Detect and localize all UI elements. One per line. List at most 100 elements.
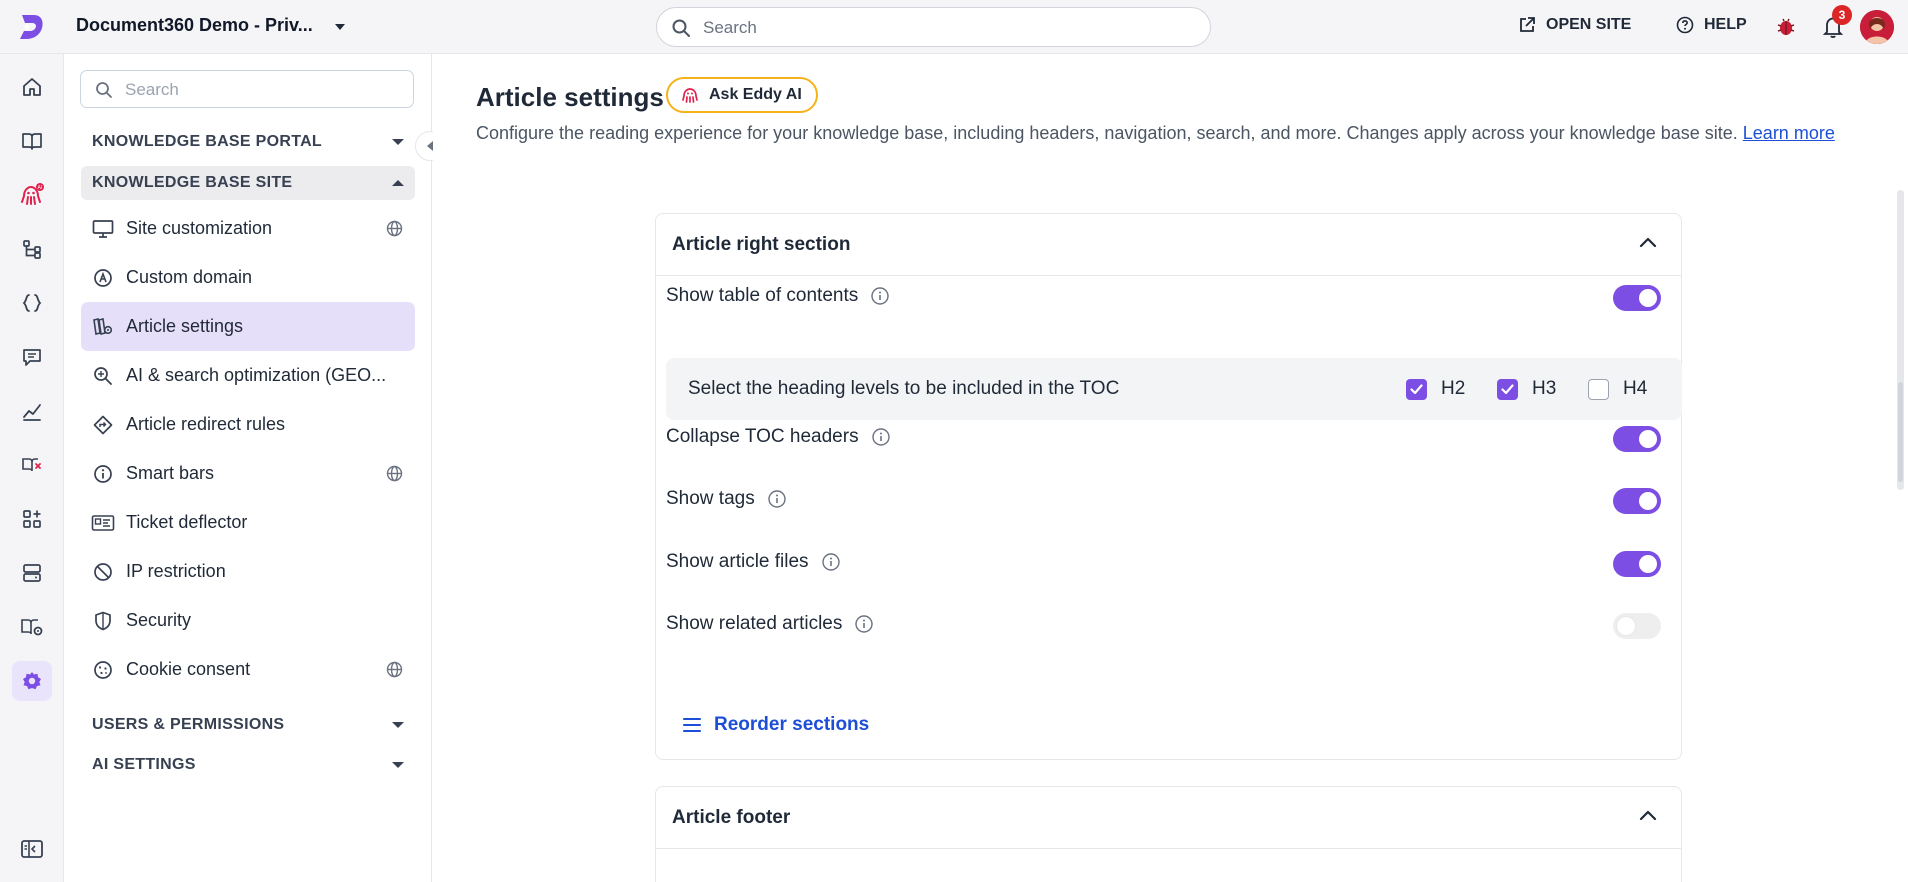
checkbox-h3[interactable]: H3 xyxy=(1497,378,1556,400)
setting-row-show-related-articles: Show related articles xyxy=(666,607,1661,643)
sidebar-item-ticket-deflector[interactable]: Ticket deflector xyxy=(81,498,415,547)
toggle-knob xyxy=(1639,492,1657,510)
chevron-up-icon[interactable] xyxy=(1639,236,1657,248)
globe-icon xyxy=(386,465,403,482)
api-icon[interactable] xyxy=(12,283,52,323)
avatar[interactable] xyxy=(1860,10,1894,44)
chevron-up-icon xyxy=(391,178,405,188)
page-title: Article settings xyxy=(476,82,664,112)
article-settings-icon xyxy=(91,315,115,339)
toc-heading-levels: Select the heading levels to be included… xyxy=(666,358,1682,420)
global-search-input[interactable] xyxy=(703,16,1183,40)
sidebar-item-article-settings[interactable]: Article settings xyxy=(81,302,415,351)
card-header[interactable]: Article footer xyxy=(656,787,1681,849)
shield-icon xyxy=(91,609,115,633)
help-circle-icon xyxy=(1676,16,1694,34)
checkbox-h2-box[interactable] xyxy=(1406,378,1427,400)
sidebar-item-label: Site customization xyxy=(126,218,273,238)
sidebar-search-input[interactable] xyxy=(125,78,395,102)
scrollbar-thumb[interactable] xyxy=(1898,382,1903,482)
cookie-icon xyxy=(91,658,115,682)
setting-row-show-toc: Show table of contents xyxy=(666,279,1661,315)
global-search[interactable] xyxy=(656,7,1211,47)
info-icon[interactable] xyxy=(870,286,890,306)
external-link-icon xyxy=(1518,16,1536,34)
analytics-icon[interactable] xyxy=(12,391,52,431)
sidebar-item-site-customization[interactable]: Site customization xyxy=(81,204,415,253)
setting-label: Show table of contents xyxy=(666,285,859,306)
sidebar-item-smart-bars[interactable]: Smart bars xyxy=(81,449,415,498)
reorder-sections-label: Reorder sections xyxy=(714,714,870,735)
document360-logo[interactable] xyxy=(14,11,48,43)
bug-report-icon[interactable] xyxy=(1774,15,1798,39)
section-ai-settings[interactable]: AI SETTINGS xyxy=(81,748,415,782)
show-tags-toggle[interactable] xyxy=(1613,488,1661,514)
card-header[interactable]: Article right section xyxy=(656,214,1681,276)
card-title: Article right section xyxy=(672,234,851,255)
widget-settings-icon[interactable] xyxy=(12,607,52,647)
settings-sidebar: KNOWLEDGE BASE PORTAL KNOWLEDGE BASE SIT… xyxy=(64,54,432,882)
checkbox-h4-box[interactable] xyxy=(1588,378,1609,400)
checkbox-h2[interactable]: H2 xyxy=(1406,378,1465,400)
broken-links-icon[interactable] xyxy=(12,445,52,485)
sidebar-item-label: IP restriction xyxy=(126,561,226,581)
info-icon[interactable] xyxy=(767,489,787,509)
globe-icon xyxy=(386,661,403,678)
sidebar-item-label: Smart bars xyxy=(126,463,215,483)
sidebar-item-cookie-consent[interactable]: Cookie consent xyxy=(81,645,415,694)
info-icon[interactable] xyxy=(821,552,841,572)
section-users-permissions[interactable]: USERS & PERMISSIONS xyxy=(81,708,415,742)
info-icon[interactable] xyxy=(854,614,874,634)
reorder-sections-button[interactable]: Reorder sections xyxy=(682,714,869,736)
info-icon[interactable] xyxy=(871,427,891,447)
info-circle-icon xyxy=(91,462,115,486)
learn-more-link[interactable]: Learn more xyxy=(1743,123,1835,143)
sidebar-item-custom-domain[interactable]: Custom domain xyxy=(81,253,415,302)
monitor-icon xyxy=(91,217,115,241)
ban-icon xyxy=(91,560,115,584)
chevron-down-icon[interactable] xyxy=(332,20,348,34)
sidebar-item-security[interactable]: Security xyxy=(81,596,415,645)
settings-icon[interactable] xyxy=(12,661,52,701)
main-content: Article settings Ask Eddy AI Configure t… xyxy=(433,54,1908,882)
setting-label: Show tags xyxy=(666,488,755,509)
drive-icon[interactable] xyxy=(12,553,52,593)
collapse-toc-toggle[interactable] xyxy=(1613,426,1661,452)
section-label: KNOWLEDGE BASE SITE xyxy=(92,174,293,191)
open-site-button[interactable]: OPEN SITE xyxy=(1518,16,1631,34)
section-knowledge-base-site[interactable]: KNOWLEDGE BASE SITE xyxy=(81,166,415,200)
setting-label: Show related articles xyxy=(666,613,843,634)
sidebar-item-ip-restriction[interactable]: IP restriction xyxy=(81,547,415,596)
search-icon xyxy=(671,18,691,38)
help-button[interactable]: HELP xyxy=(1676,16,1747,34)
sidebar-item-label: Cookie consent xyxy=(126,659,251,679)
sidebar-toggle-icon[interactable] xyxy=(12,829,52,869)
checkbox-h4[interactable]: H4 xyxy=(1588,378,1647,400)
sidebar-item-label: Article settings xyxy=(126,316,244,336)
ask-eddy-ai-button[interactable]: Ask Eddy AI xyxy=(666,77,818,113)
sidebar-item-label: Article redirect rules xyxy=(126,414,286,434)
integrations-icon[interactable] xyxy=(12,499,52,539)
book-icon[interactable] xyxy=(12,121,52,161)
eddy-ai-icon[interactable]: AI xyxy=(12,175,52,215)
sidebar-item-article-redirect-rules[interactable]: Article redirect rules xyxy=(81,400,415,449)
top-bar: Document360 Demo - Priv... OPEN SITE HEL… xyxy=(0,0,1908,54)
eddy-ai-icon xyxy=(681,86,699,104)
chevron-up-icon[interactable] xyxy=(1639,809,1657,821)
feedback-icon[interactable] xyxy=(12,337,52,377)
setting-label: Collapse TOC headers xyxy=(666,426,859,447)
show-related-articles-toggle[interactable] xyxy=(1613,613,1661,639)
sidebar-item-ai-search-optimization[interactable]: AI & search optimization (GEO... xyxy=(81,351,415,400)
notification-count-badge: 3 xyxy=(1832,5,1852,25)
project-name[interactable]: Document360 Demo - Priv... xyxy=(76,15,313,36)
setting-label: Show article files xyxy=(666,551,809,572)
home-icon[interactable] xyxy=(12,67,52,107)
checkbox-h3-box[interactable] xyxy=(1497,378,1518,400)
section-knowledge-base-portal[interactable]: KNOWLEDGE BASE PORTAL xyxy=(81,125,415,159)
sidebar-search[interactable] xyxy=(80,70,414,108)
setting-row-show-article-files: Show article files xyxy=(666,545,1661,581)
sidebar-item-label: Ticket deflector xyxy=(126,512,248,532)
show-toc-toggle[interactable] xyxy=(1613,285,1661,311)
workflow-icon[interactable] xyxy=(12,229,52,269)
show-article-files-toggle[interactable] xyxy=(1613,551,1661,577)
